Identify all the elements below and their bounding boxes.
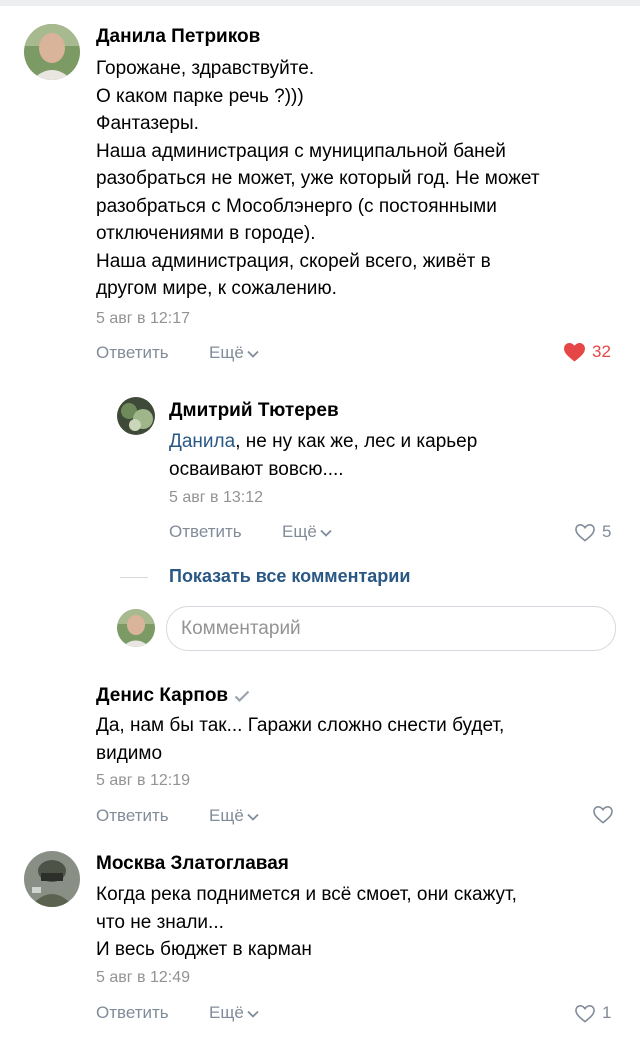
top-divider: [0, 0, 640, 6]
reply-button[interactable]: Ответить: [169, 522, 242, 542]
comment-text: Да, нам бы так... Гаражи сложно снести б…: [96, 715, 505, 764]
comment-text: Когда река поднимется и всё смоет, они с…: [96, 884, 517, 960]
reply-text-line2: осваивают вовсю....: [169, 458, 344, 480]
more-label: Ещё: [282, 522, 317, 541]
more-label: Ещё: [209, 1003, 244, 1022]
reply-button[interactable]: Ответить: [96, 343, 169, 363]
more-button[interactable]: Ещё: [209, 1003, 259, 1023]
verified-check-icon: [234, 690, 250, 702]
reply-button[interactable]: Ответить: [96, 806, 169, 826]
heart-outline-icon: [593, 805, 613, 824]
heart-outline-icon: [575, 1004, 595, 1023]
like-count: 1: [602, 1003, 612, 1022]
reply-date[interactable]: 5 авг в 13:12: [169, 489, 263, 507]
comment-date[interactable]: 5 авг в 12:49: [96, 969, 190, 987]
reply-text-line1: , не ну как же, лес и карьер: [235, 431, 478, 452]
more-button[interactable]: Ещё: [282, 522, 332, 542]
more-button[interactable]: Ещё: [209, 343, 259, 363]
thread-line: [120, 577, 148, 578]
comment-author[interactable]: Денис Карпов: [96, 685, 250, 707]
chevron-down-icon: [247, 813, 259, 821]
like-button[interactable]: [592, 805, 614, 824]
comment-author[interactable]: Москва Златоглавая: [96, 853, 289, 875]
comment-input-box[interactable]: [166, 606, 616, 651]
author-name: Денис Карпов: [96, 685, 229, 706]
chevron-down-icon: [247, 350, 259, 358]
comment-text: Горожане, здравствуйте. О каком парке ре…: [96, 58, 540, 299]
reply-button[interactable]: Ответить: [96, 1003, 169, 1023]
mention-link[interactable]: Данила: [169, 431, 235, 452]
like-button[interactable]: 32: [563, 342, 611, 362]
comment-author[interactable]: Данила Петриков: [96, 26, 260, 48]
show-all-comments-link[interactable]: Показать все комментарии: [169, 566, 410, 587]
heart-filled-icon: [564, 342, 585, 362]
like-button[interactable]: 5: [574, 522, 611, 542]
comment-date[interactable]: 5 авг в 12:17: [96, 310, 190, 328]
like-count: 32: [592, 342, 611, 361]
reply-author[interactable]: Дмитрий Тютерев: [169, 400, 339, 422]
chevron-down-icon: [247, 1010, 259, 1018]
more-button[interactable]: Ещё: [209, 806, 259, 826]
comment-input[interactable]: [167, 607, 615, 650]
avatar-moskva[interactable]: [24, 851, 80, 907]
chevron-down-icon: [320, 529, 332, 537]
reply-text: Данила, не ну как же, лес и карьер осваив…: [169, 428, 609, 483]
avatar-dmitry[interactable]: [117, 397, 155, 435]
like-button[interactable]: 1: [574, 1003, 611, 1023]
heart-outline-icon: [575, 523, 595, 542]
avatar-current-user: [117, 609, 155, 647]
like-count: 5: [602, 522, 612, 541]
more-label: Ещё: [209, 806, 244, 825]
more-label: Ещё: [209, 343, 244, 362]
comment-date[interactable]: 5 авг в 12:19: [96, 772, 190, 790]
avatar-danila[interactable]: [24, 24, 80, 80]
